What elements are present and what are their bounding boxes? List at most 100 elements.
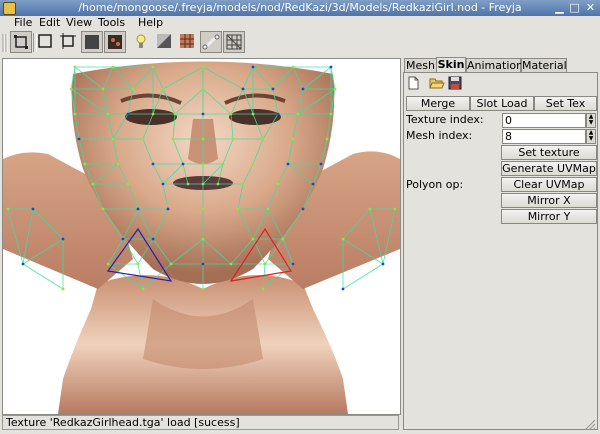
mesh-vertex[interactable] bbox=[281, 237, 285, 241]
mesh-vertex[interactable] bbox=[169, 262, 173, 266]
tab-material[interactable]: Material bbox=[521, 58, 567, 72]
mesh-vertex[interactable] bbox=[101, 207, 105, 211]
mesh-vertex[interactable] bbox=[291, 137, 295, 141]
mesh-vertex[interactable] bbox=[136, 262, 140, 266]
mesh-vertex[interactable] bbox=[229, 262, 233, 266]
menu-tools[interactable]: Tools bbox=[98, 16, 125, 30]
mesh-vertex[interactable] bbox=[201, 207, 205, 211]
mesh-vertex[interactable] bbox=[368, 207, 372, 211]
mesh-vertex[interactable] bbox=[91, 182, 95, 186]
crop-frame-icon[interactable] bbox=[58, 31, 80, 53]
mesh-vertex[interactable] bbox=[216, 182, 220, 186]
merge-button[interactable]: Merge bbox=[406, 96, 470, 111]
mesh-vertex[interactable] bbox=[151, 162, 155, 166]
save-disk-icon[interactable] bbox=[448, 76, 462, 90]
mesh-vertex[interactable] bbox=[311, 182, 315, 186]
mesh-vertex[interactable] bbox=[181, 162, 185, 166]
material-icon[interactable] bbox=[154, 31, 176, 53]
mesh-vertex[interactable] bbox=[201, 137, 205, 141]
mesh-vertex[interactable] bbox=[251, 65, 255, 69]
mesh-vertex[interactable] bbox=[69, 87, 73, 91]
mesh-vertex[interactable] bbox=[31, 207, 35, 211]
texture-grid-icon[interactable] bbox=[177, 31, 199, 53]
mesh-vertex[interactable] bbox=[73, 112, 77, 116]
mesh-vertex[interactable] bbox=[266, 207, 270, 211]
set-tex-button[interactable]: Set Tex bbox=[534, 96, 597, 111]
mesh-vertex[interactable] bbox=[73, 65, 77, 69]
close-button[interactable]: ✕ bbox=[584, 1, 597, 14]
mesh-vertex[interactable] bbox=[141, 287, 145, 291]
mesh-vertex[interactable] bbox=[61, 237, 65, 241]
mesh-vertex[interactable] bbox=[126, 112, 130, 116]
mesh-vertex[interactable] bbox=[271, 87, 275, 91]
mesh-vertex[interactable] bbox=[83, 162, 87, 166]
mesh-vertex[interactable] bbox=[151, 237, 155, 241]
mesh-vertex[interactable] bbox=[77, 137, 81, 141]
solid-shade-icon[interactable] bbox=[81, 31, 103, 53]
bone-icon[interactable] bbox=[200, 31, 222, 53]
toolbar-handle[interactable] bbox=[1, 32, 9, 54]
mesh-vertex[interactable] bbox=[301, 207, 305, 211]
tab-animation[interactable]: Animation bbox=[466, 58, 523, 72]
mesh-vertex[interactable] bbox=[221, 162, 225, 166]
mesh-vertex[interactable] bbox=[201, 287, 205, 291]
menu-view[interactable]: View bbox=[66, 16, 92, 30]
mesh-vertex[interactable] bbox=[106, 112, 110, 116]
frame-icon[interactable] bbox=[35, 31, 57, 53]
mesh-vertex[interactable] bbox=[329, 65, 333, 69]
mirror-y-button[interactable]: Mirror Y bbox=[501, 209, 597, 224]
mesh-vertex[interactable] bbox=[61, 287, 65, 291]
mirror-x-button[interactable]: Mirror X bbox=[501, 193, 597, 208]
mesh-vertex[interactable] bbox=[171, 137, 175, 141]
mesh-vertex[interactable] bbox=[261, 137, 265, 141]
texture-index-input[interactable]: 0 bbox=[502, 113, 586, 128]
mesh-vertex[interactable] bbox=[111, 65, 115, 69]
mesh-vertex[interactable] bbox=[201, 182, 205, 186]
mesh-index-input[interactable]: 8 bbox=[502, 129, 586, 144]
mesh-vertex[interactable] bbox=[151, 112, 155, 116]
mesh-vertex[interactable] bbox=[261, 287, 265, 291]
mesh-vertex[interactable] bbox=[161, 182, 165, 186]
menu-file[interactable]: File bbox=[14, 16, 32, 30]
mesh-vertex[interactable] bbox=[251, 237, 255, 241]
menu-help[interactable]: Help bbox=[138, 16, 163, 30]
mesh-vertex[interactable] bbox=[161, 87, 165, 91]
tab-mesh[interactable]: Mesh bbox=[404, 58, 437, 72]
wireframe-grid-icon[interactable] bbox=[223, 31, 245, 53]
mesh-vertex[interactable] bbox=[276, 182, 280, 186]
window-titlebar[interactable]: /home/mongoose/.freyja/models/nod/RedKaz… bbox=[0, 0, 600, 16]
mesh-vertex[interactable] bbox=[151, 65, 155, 69]
mesh-vertex[interactable] bbox=[393, 207, 397, 211]
mesh-vertex[interactable] bbox=[201, 65, 205, 69]
new-frame-icon[interactable] bbox=[10, 31, 32, 53]
mesh-vertex[interactable] bbox=[201, 112, 205, 116]
slot-load-button[interactable]: Slot Load bbox=[470, 96, 534, 111]
mesh-vertex[interactable] bbox=[241, 182, 245, 186]
mesh-vertex[interactable] bbox=[201, 87, 205, 91]
set-texture-button[interactable]: Set texture bbox=[501, 145, 597, 160]
mesh-vertex[interactable] bbox=[201, 162, 205, 166]
mesh-vertex[interactable] bbox=[241, 87, 245, 91]
clear-uvmap-button[interactable]: Clear UVMap bbox=[501, 177, 597, 192]
mesh-vertex[interactable] bbox=[173, 112, 177, 116]
mesh-vertex[interactable] bbox=[341, 237, 345, 241]
mesh-vertex[interactable] bbox=[21, 262, 25, 266]
mesh-vertex[interactable] bbox=[229, 112, 233, 116]
generate-uvmap-button[interactable]: Generate UVMap bbox=[501, 161, 597, 176]
mesh-vertex[interactable] bbox=[131, 87, 135, 91]
mesh-index-stepper[interactable]: ▲ ▼ bbox=[586, 129, 596, 144]
mesh-vertex[interactable] bbox=[319, 162, 323, 166]
maximize-button[interactable]: □ bbox=[568, 1, 581, 14]
mesh-vertex[interactable] bbox=[126, 182, 130, 186]
light-bulb-icon[interactable] bbox=[131, 31, 153, 53]
mesh-vertex[interactable] bbox=[201, 262, 205, 266]
mesh-vertex[interactable] bbox=[141, 137, 145, 141]
mesh-vertex[interactable] bbox=[291, 65, 295, 69]
mesh-vertex[interactable] bbox=[101, 87, 105, 91]
mesh-vertex[interactable] bbox=[296, 112, 300, 116]
open-folder-icon[interactable] bbox=[429, 76, 445, 90]
mesh-vertex[interactable] bbox=[116, 162, 120, 166]
mesh-vertex[interactable] bbox=[111, 137, 115, 141]
mesh-vertex[interactable] bbox=[186, 182, 190, 186]
mesh-vertex[interactable] bbox=[201, 237, 205, 241]
